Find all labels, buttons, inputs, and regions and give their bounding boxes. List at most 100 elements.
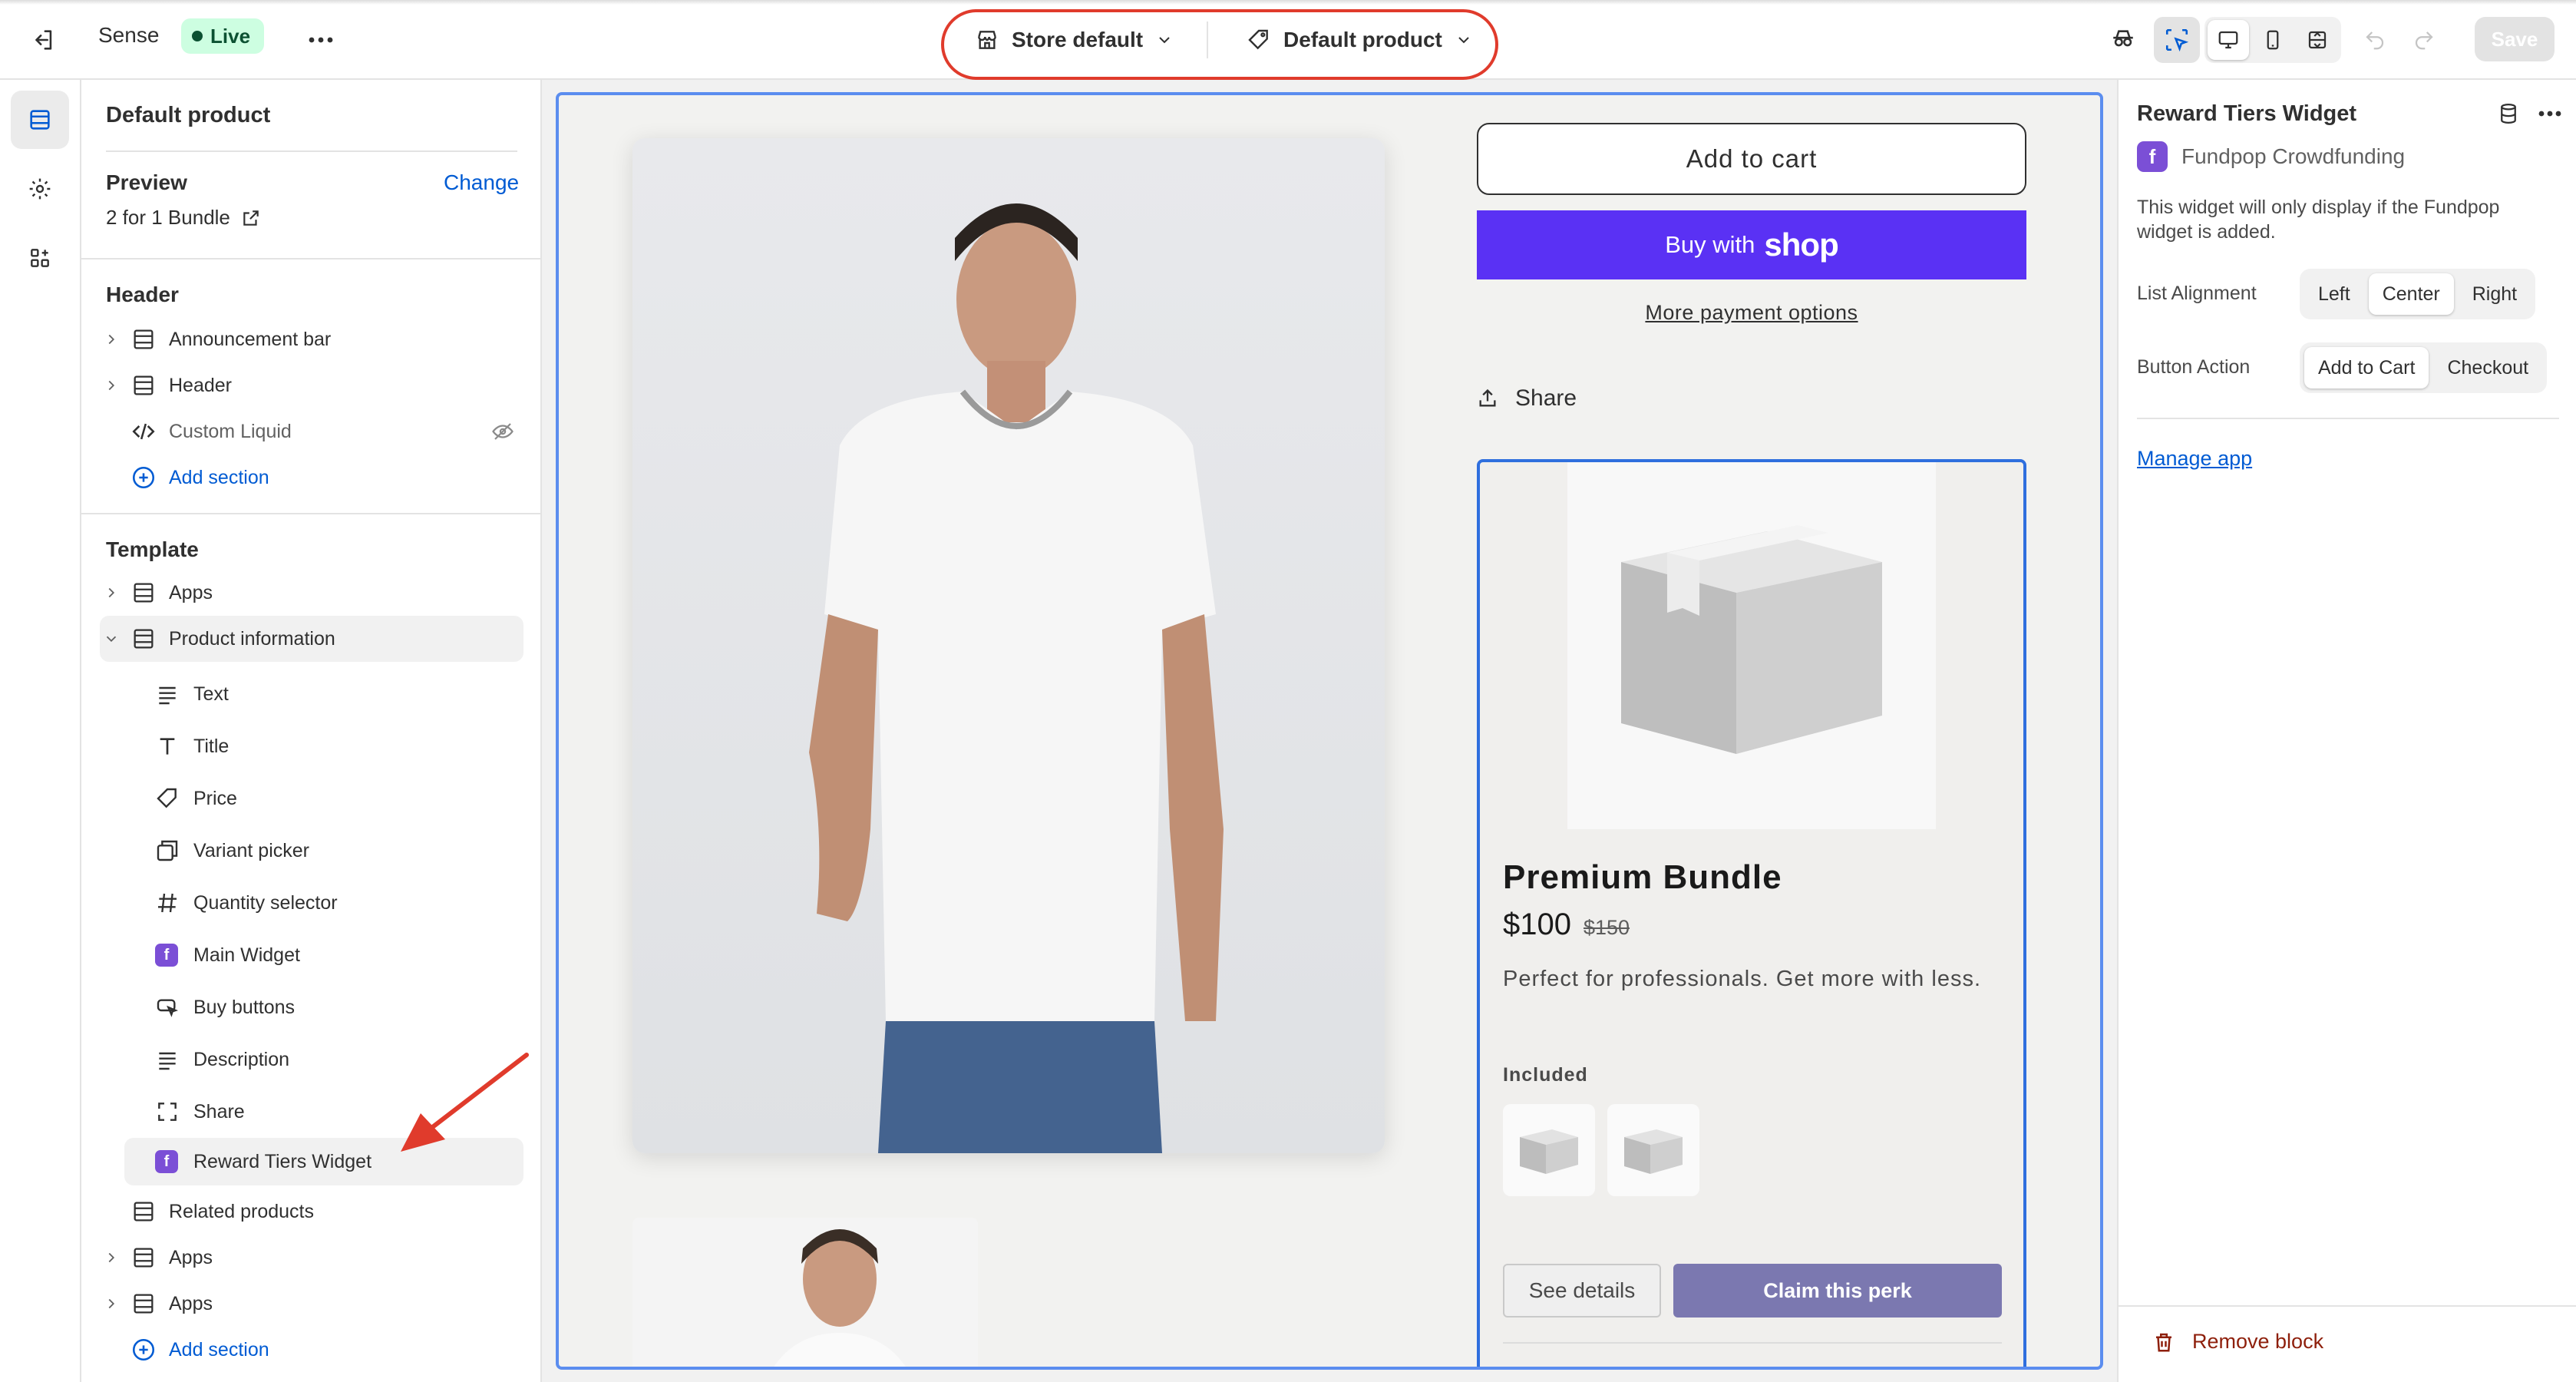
theme-name: Sense xyxy=(98,23,160,47)
block-quantity-selector[interactable]: Quantity selector xyxy=(155,881,338,924)
fundpop-app-icon: f xyxy=(155,1150,178,1173)
shop-logo-text: shop xyxy=(1764,226,1838,263)
bundle-description: Perfect for professionals. Get more with… xyxy=(1503,967,1981,991)
theme-settings-tab[interactable] xyxy=(11,160,69,218)
action-add-to-cart-option[interactable]: Add to Cart xyxy=(2304,347,2429,388)
section-layout-icon xyxy=(134,1294,154,1314)
undo-icon[interactable] xyxy=(2356,21,2393,58)
section-layout-icon xyxy=(134,329,154,349)
widget-note: This widget will only display if the Fun… xyxy=(2137,197,2500,243)
store-selector[interactable]: Store default xyxy=(975,20,1174,60)
box-icon xyxy=(1621,525,1882,754)
app-embeds-tab[interactable] xyxy=(11,229,69,287)
section-apps-2[interactable]: Apps xyxy=(103,1236,517,1279)
block-label: Description xyxy=(193,1048,290,1070)
chevron-down-icon xyxy=(1458,37,1469,44)
section-related-products[interactable]: Related products xyxy=(103,1190,517,1233)
section-apps[interactable]: Apps xyxy=(103,571,517,614)
product-main-image[interactable] xyxy=(632,138,1385,1153)
code-icon xyxy=(132,423,155,440)
inspector-icon[interactable] xyxy=(2103,20,2143,60)
fullscreen-view-button[interactable] xyxy=(2297,20,2338,60)
see-details-button[interactable]: See details xyxy=(1503,1264,1661,1318)
block-label: Buy buttons xyxy=(193,996,296,1018)
claim-perk-button[interactable]: Claim this perk xyxy=(1673,1264,2002,1318)
action-checkout-option[interactable]: Checkout xyxy=(2433,347,2542,388)
more-payment-link[interactable]: More payment options xyxy=(1477,301,2026,325)
add-section-header[interactable]: Add section xyxy=(103,456,269,499)
mobile-view-button[interactable] xyxy=(2252,20,2294,60)
block-main-widget[interactable]: f Main Widget xyxy=(155,934,300,977)
store-selector-label: Store default xyxy=(1012,28,1144,51)
section-apps-3[interactable]: Apps xyxy=(103,1282,517,1325)
section-layout-icon xyxy=(134,375,154,395)
product-thumbnail[interactable] xyxy=(632,1218,978,1367)
section-custom-liquid[interactable]: Custom Liquid xyxy=(103,410,517,453)
more-payment-label: More payment options xyxy=(1645,301,1858,324)
align-left-option[interactable]: Left xyxy=(2304,273,2364,315)
redo-icon[interactable] xyxy=(2406,21,2442,58)
remove-block-label: Remove block xyxy=(2192,1330,2324,1353)
database-icon[interactable] xyxy=(2492,97,2525,131)
price-current: $100 xyxy=(1503,908,1571,941)
eye-hidden-icon[interactable] xyxy=(491,420,514,443)
desktop-view-button[interactable] xyxy=(2208,20,2249,60)
included-item[interactable] xyxy=(1607,1104,1699,1196)
preview-label: Preview xyxy=(106,170,187,194)
top-bar: Sense Live Store default Default product xyxy=(0,0,2576,80)
block-label: Price xyxy=(193,787,237,809)
block-text[interactable]: Text xyxy=(155,673,229,716)
section-layout-icon xyxy=(134,583,154,603)
add-section-template[interactable]: Add section xyxy=(103,1328,269,1371)
sections-tab[interactable] xyxy=(11,91,69,149)
buy-with-shop-button[interactable]: Buy with shop xyxy=(1477,210,2026,279)
exit-icon[interactable] xyxy=(25,21,61,58)
change-link[interactable]: Change xyxy=(444,170,519,195)
fullscreen-icon xyxy=(2308,31,2327,49)
store-icon xyxy=(978,31,996,49)
live-badge: Live xyxy=(181,18,265,54)
chevron-down-icon xyxy=(106,636,117,643)
chevron-right-icon xyxy=(108,1252,115,1263)
included-item[interactable] xyxy=(1503,1104,1595,1196)
reward-tiers-widget[interactable]: Premium Bundle $100 $150 Perfect for pro… xyxy=(1477,459,2026,1367)
product-selector[interactable]: Default product xyxy=(1247,20,1473,60)
fundpop-app-icon: f xyxy=(155,944,178,967)
block-description[interactable]: Description xyxy=(155,1038,289,1081)
top-shadow xyxy=(0,0,2576,5)
block-buy-buttons[interactable]: Buy buttons xyxy=(155,986,295,1029)
save-button[interactable]: Save xyxy=(2475,17,2555,61)
fundpop-app-icon: f xyxy=(2137,141,2168,172)
share-label: Share xyxy=(1515,385,1577,411)
remove-block-button[interactable]: Remove block xyxy=(2152,1330,2323,1354)
tag-icon xyxy=(1248,29,1268,50)
section-label: Apps xyxy=(169,581,213,603)
align-right-option[interactable]: Right xyxy=(2459,273,2531,315)
block-title[interactable]: Title xyxy=(155,725,229,768)
block-share[interactable]: Share xyxy=(155,1090,245,1133)
preview-value[interactable]: 2 for 1 Bundle xyxy=(106,206,261,230)
share-frame-icon xyxy=(158,1103,177,1121)
section-header[interactable]: Header xyxy=(103,364,517,407)
more-options-icon[interactable] xyxy=(2533,97,2567,131)
more-actions-icon[interactable] xyxy=(301,20,341,60)
section-product-information[interactable]: Product information xyxy=(100,616,523,662)
section-label: Custom Liquid xyxy=(169,420,292,442)
app-source: f Fundpop Crowdfunding xyxy=(2137,141,2405,172)
model-photo-icon xyxy=(809,203,1224,1153)
section-announcement-bar[interactable]: Announcement bar xyxy=(103,318,517,361)
select-tool-button[interactable] xyxy=(2154,17,2200,63)
block-label: Reward Tiers Widget xyxy=(193,1150,372,1172)
align-center-option[interactable]: Center xyxy=(2368,273,2454,315)
bundle-title: Premium Bundle xyxy=(1503,858,1782,896)
share-button[interactable]: Share xyxy=(1477,385,1577,412)
section-layout-icon xyxy=(134,629,154,649)
apps-grid-icon xyxy=(31,249,49,267)
block-label: Share xyxy=(193,1100,245,1122)
manage-app-link[interactable]: Manage app xyxy=(2137,447,2252,471)
add-to-cart-button[interactable]: Add to cart xyxy=(1477,123,2026,195)
block-variant-picker[interactable]: Variant picker xyxy=(155,829,309,872)
panel-title: Default product xyxy=(106,103,271,127)
viewport-switcher xyxy=(2204,17,2341,63)
block-price[interactable]: Price xyxy=(155,777,237,820)
